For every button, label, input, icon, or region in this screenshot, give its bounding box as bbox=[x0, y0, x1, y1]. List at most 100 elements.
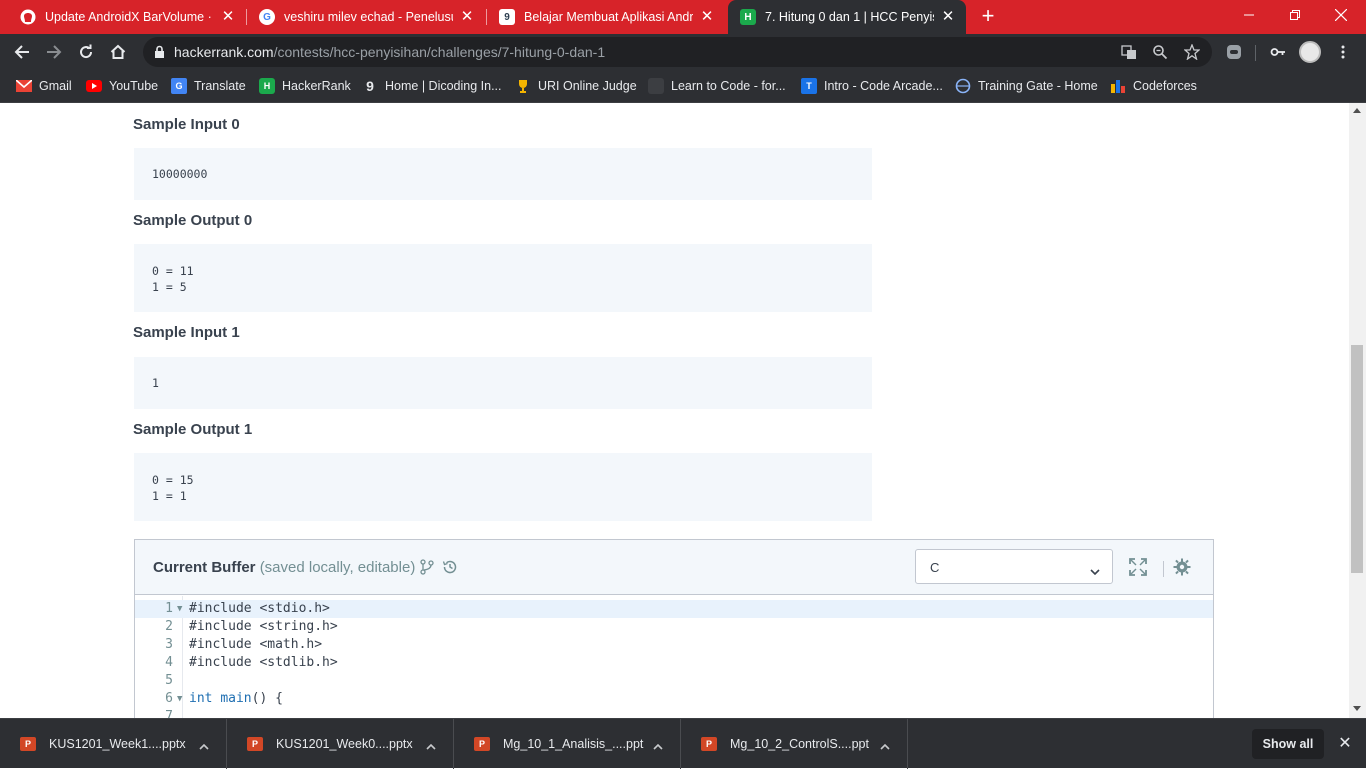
bookmark-freecodecamp[interactable]: Learn to Code - for... bbox=[648, 76, 786, 96]
sample-output-1-box: 0 = 15 1 = 1 bbox=[134, 453, 872, 521]
extension-icon[interactable] bbox=[1224, 42, 1244, 62]
dicoding-icon: 9 bbox=[366, 78, 374, 94]
url-text: hackerrank.com/contests/hcc-penyisihan/c… bbox=[174, 44, 605, 60]
page-content: Sample Input 0 10000000 Sample Output 0 … bbox=[0, 103, 1349, 718]
bookmark-youtube[interactable]: YouTube bbox=[86, 76, 158, 96]
bookmark-star-icon[interactable] bbox=[1182, 42, 1202, 62]
menu-kebab-icon[interactable] bbox=[1333, 42, 1353, 62]
tab-hackerrank-active[interactable]: H 7. Hitung 0 dan 1 | HCC Penyisihan ✕ bbox=[728, 0, 966, 34]
download-item[interactable]: P KUS1201_Week0....pptx bbox=[227, 719, 454, 769]
chevron-up-icon[interactable] bbox=[199, 737, 209, 755]
code-text: #include <stdio.h> bbox=[189, 601, 330, 616]
dicoding-icon: 9 bbox=[499, 9, 515, 25]
tab-dicoding[interactable]: 9 Belajar Membuat Aplikasi Android ✕ bbox=[487, 0, 725, 34]
address-bar[interactable]: hackerrank.com/contests/hcc-penyisihan/c… bbox=[143, 37, 1212, 67]
key-icon[interactable] bbox=[1268, 42, 1288, 62]
restore-button[interactable] bbox=[1272, 0, 1318, 30]
fullscreen-icon[interactable] bbox=[1129, 558, 1147, 576]
home-button[interactable] bbox=[104, 38, 132, 66]
training-gate-icon bbox=[955, 78, 971, 94]
minimize-button[interactable] bbox=[1226, 0, 1272, 30]
code-line[interactable]: 6 ▼ int main() { bbox=[135, 690, 1213, 708]
history-icon[interactable] bbox=[441, 558, 459, 576]
tab-github[interactable]: Update AndroidX BarVolume · dic ✕ bbox=[8, 0, 246, 34]
close-icon[interactable]: ✕ bbox=[940, 9, 956, 25]
download-item[interactable]: P Mg_10_1_Analisis_....ppt bbox=[454, 719, 681, 769]
bookmark-label: Intro - Code Arcade... bbox=[824, 79, 943, 93]
settings-gear-icon[interactable] bbox=[1173, 558, 1191, 576]
browser-toolbar: hackerrank.com/contests/hcc-penyisihan/c… bbox=[0, 34, 1366, 70]
editor-header: Current Buffer (saved locally, editable)… bbox=[135, 540, 1213, 595]
code-line[interactable]: 4 #include <stdlib.h> bbox=[135, 654, 1213, 672]
tab-google[interactable]: G veshiru milev echad - Penelusuran ✕ bbox=[247, 0, 485, 34]
tab-title: Belajar Membuat Aplikasi Android bbox=[524, 10, 693, 24]
bookmark-uri[interactable]: URI Online Judge bbox=[515, 76, 637, 96]
tab-title: 7. Hitung 0 dan 1 | HCC Penyisihan bbox=[765, 10, 934, 24]
scroll-down-arrow-icon[interactable] bbox=[1353, 706, 1361, 711]
fold-arrow-icon[interactable]: ▼ bbox=[177, 600, 182, 618]
chevron-up-icon[interactable] bbox=[880, 737, 890, 755]
chevron-up-icon[interactable] bbox=[653, 737, 663, 755]
forward-button[interactable] bbox=[40, 38, 68, 66]
youtube-icon bbox=[86, 78, 102, 94]
bookmark-codesignal[interactable]: T Intro - Code Arcade... bbox=[801, 76, 943, 96]
bookmark-label: Translate bbox=[194, 79, 246, 93]
new-tab-button[interactable]: + bbox=[976, 5, 1000, 29]
bookmark-training-gate[interactable]: Training Gate - Home bbox=[955, 76, 1098, 96]
scrollbar-thumb[interactable] bbox=[1351, 345, 1363, 573]
branch-icon[interactable] bbox=[418, 558, 436, 576]
back-arrow-icon bbox=[14, 45, 29, 59]
code-area[interactable]: 1 ▼ #include <stdio.h> 2 #include <strin… bbox=[135, 596, 1213, 718]
scroll-up-arrow-icon[interactable] bbox=[1353, 108, 1361, 113]
fold-arrow-icon[interactable]: ▼ bbox=[177, 690, 182, 708]
code-function-name: main bbox=[220, 691, 252, 706]
code-text: #include <string.h> bbox=[189, 619, 338, 634]
language-select[interactable]: C bbox=[915, 549, 1113, 584]
bookmark-gmail[interactable]: Gmail bbox=[16, 76, 72, 96]
bookmark-codeforces[interactable]: Codeforces bbox=[1110, 76, 1197, 96]
close-icon[interactable]: ✕ bbox=[220, 9, 236, 25]
reload-button[interactable] bbox=[72, 38, 100, 66]
download-item[interactable]: P KUS1201_Week1....pptx bbox=[0, 719, 227, 769]
bookmark-translate[interactable]: G Translate bbox=[171, 76, 246, 96]
close-icon[interactable]: ✕ bbox=[699, 9, 715, 25]
line-number: 3 bbox=[165, 637, 173, 652]
back-button[interactable] bbox=[8, 38, 36, 66]
bookmarks-bar: Gmail YouTube G Translate H HackerRank 9… bbox=[0, 70, 1366, 103]
close-window-icon bbox=[1335, 9, 1347, 21]
code-line[interactable]: 1 ▼ #include <stdio.h> bbox=[135, 600, 1213, 618]
show-all-button[interactable]: Show all bbox=[1252, 729, 1324, 759]
sample-input-0-heading: Sample Input 0 bbox=[133, 116, 240, 133]
google-icon: G bbox=[259, 9, 275, 25]
tab-title: veshiru milev echad - Penelusuran bbox=[284, 10, 453, 24]
close-icon[interactable]: ✕ bbox=[459, 9, 475, 25]
downloads-shelf: P KUS1201_Week1....pptx P KUS1201_Week0.… bbox=[0, 718, 1366, 769]
hackerrank-icon: H bbox=[740, 9, 756, 25]
code-line[interactable]: 3 #include <math.h> bbox=[135, 636, 1213, 654]
buffer-subtitle: (saved locally, editable) bbox=[259, 559, 416, 576]
bookmark-dicoding[interactable]: 9 Home | Dicoding In... bbox=[362, 76, 501, 96]
code-text: int main() { bbox=[189, 690, 283, 708]
close-window-button[interactable] bbox=[1318, 0, 1364, 30]
page-scrollbar[interactable] bbox=[1349, 103, 1366, 718]
close-shelf-icon[interactable]: ✕ bbox=[1336, 735, 1354, 753]
powerpoint-file-icon: P bbox=[701, 737, 717, 751]
chevron-up-icon[interactable] bbox=[426, 737, 436, 755]
zoom-icon[interactable] bbox=[1150, 42, 1170, 62]
home-icon bbox=[110, 44, 126, 59]
code-line[interactable]: 5 bbox=[135, 672, 1213, 690]
bookmark-hackerrank[interactable]: H HackerRank bbox=[259, 76, 351, 96]
powerpoint-file-icon: P bbox=[20, 737, 36, 751]
powerpoint-file-icon: P bbox=[247, 737, 263, 751]
profile-avatar[interactable] bbox=[1299, 41, 1321, 63]
code-line[interactable]: 2 #include <string.h> bbox=[135, 618, 1213, 636]
code-line[interactable]: 7 bbox=[135, 708, 1213, 718]
github-icon bbox=[20, 9, 36, 25]
download-filename: KUS1201_Week1....pptx bbox=[49, 737, 186, 751]
fcc-icon bbox=[648, 78, 664, 94]
tab-title: Update AndroidX BarVolume · dic bbox=[45, 10, 214, 24]
translate-page-icon[interactable] bbox=[1119, 42, 1139, 62]
forward-arrow-icon bbox=[47, 45, 62, 59]
sample-output-1-heading: Sample Output 1 bbox=[133, 421, 253, 438]
download-item[interactable]: P Mg_10_2_ControlS....ppt bbox=[681, 719, 908, 769]
